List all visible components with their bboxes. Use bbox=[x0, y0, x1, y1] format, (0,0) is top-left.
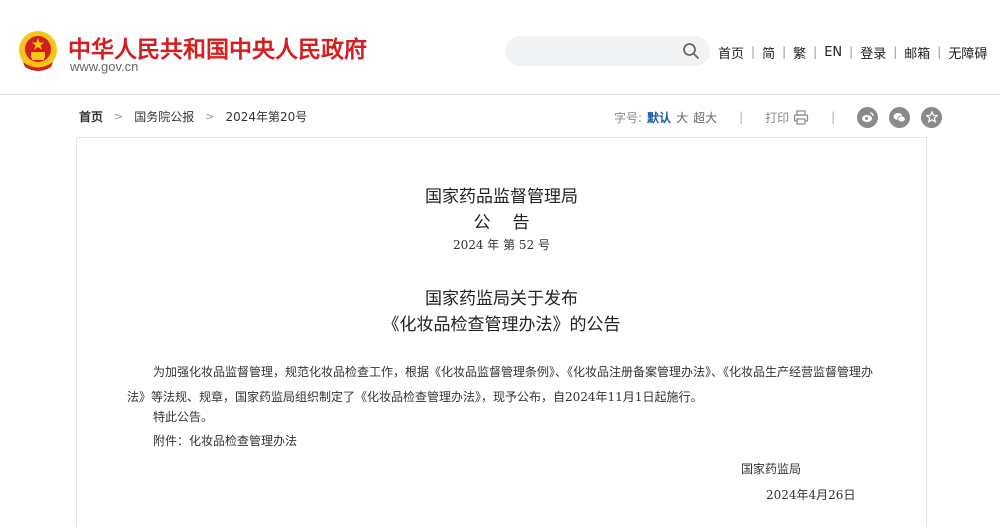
article-title-line2: 《化妆品检查管理办法》的公告 bbox=[382, 315, 621, 335]
article-content: 国家药品监督管理局 公告 2024 年 第 52 号 国家药监局关于发布 《化妆… bbox=[76, 137, 927, 527]
font-size-default[interactable]: 默认 bbox=[647, 109, 671, 126]
font-size-xlarge[interactable]: 超大 bbox=[693, 109, 717, 126]
favorite-star-icon[interactable] bbox=[921, 106, 943, 128]
search-input[interactable] bbox=[517, 40, 677, 62]
wechat-icon[interactable] bbox=[889, 106, 911, 128]
nav-login[interactable]: 登录 bbox=[860, 43, 886, 62]
document-number: 2024 年 第 52 号 bbox=[452, 238, 551, 252]
nav-accessibility[interactable]: 无障碍 bbox=[948, 43, 987, 62]
search-icon[interactable] bbox=[682, 42, 700, 60]
breadcrumb-issue[interactable]: 2024年第20号 bbox=[225, 108, 307, 125]
print-button[interactable]: 打印 bbox=[765, 109, 809, 126]
chevron-right-icon: > bbox=[114, 110, 124, 123]
body-paragraph: 为加强化妆品监督管理，规范化妆品检查工作，根据《化妆品监督管理条例》、《化妆品注… bbox=[127, 365, 874, 404]
attachment-label: 附件： bbox=[153, 434, 190, 448]
issuing-agency: 国家药品监督管理局 bbox=[425, 187, 578, 207]
breadcrumb-gazette[interactable]: 国务院公报 bbox=[134, 108, 194, 125]
chevron-right-icon: > bbox=[205, 110, 215, 123]
attachment-line: 附件：化妆品检查管理办法 bbox=[153, 432, 297, 449]
printer-icon bbox=[794, 109, 809, 125]
national-emblem-icon[interactable] bbox=[17, 29, 59, 73]
font-size-large[interactable]: 大 bbox=[676, 109, 688, 126]
notice-heading: 公告 bbox=[473, 213, 552, 233]
breadcrumb: 首页 > 国务院公报 > 2024年第20号 bbox=[79, 108, 307, 125]
share-buttons bbox=[857, 106, 943, 128]
nav-simplified[interactable]: 简 bbox=[762, 43, 775, 62]
nav-mail[interactable]: 邮箱 bbox=[904, 43, 930, 62]
signer: 国家药监局 bbox=[741, 462, 802, 476]
top-nav: 首页 | 简 | 繁 | EN | 登录 | 邮箱 | 无障碍 bbox=[718, 43, 988, 62]
site-url[interactable]: www.gov.cn bbox=[70, 59, 138, 74]
breadcrumb-bar: 首页 > 国务院公报 > 2024年第20号 字号: 默认 大 超大 | 打印 … bbox=[0, 96, 1000, 136]
breadcrumb-home[interactable]: 首页 bbox=[79, 108, 103, 125]
nav-home[interactable]: 首页 bbox=[718, 43, 744, 62]
issue-date: 2024年4月26日 bbox=[766, 488, 856, 502]
closing-notice: 特此公告。 bbox=[153, 410, 214, 424]
weibo-icon[interactable] bbox=[857, 106, 879, 128]
article-tools: 字号: 默认 大 超大 | 打印 | bbox=[614, 106, 943, 128]
nav-english[interactable]: EN bbox=[824, 45, 842, 60]
article-title-line1: 国家药监局关于发布 bbox=[425, 289, 578, 309]
site-header: 中华人民共和国中央人民政府 www.gov.cn 首页 | 简 | 繁 | EN… bbox=[0, 0, 1000, 95]
print-label: 打印 bbox=[765, 110, 790, 125]
search-box bbox=[505, 36, 710, 66]
nav-traditional[interactable]: 繁 bbox=[793, 43, 806, 62]
attachment-link[interactable]: 化妆品检查管理办法 bbox=[189, 434, 297, 448]
font-size-label: 字号: bbox=[614, 110, 643, 125]
